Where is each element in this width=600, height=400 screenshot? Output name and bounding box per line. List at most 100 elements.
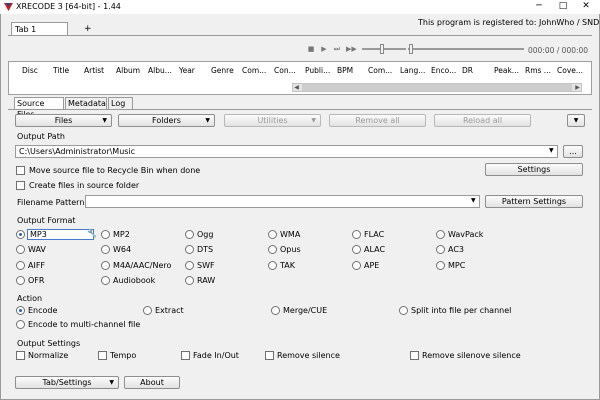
browse-button[interactable]: ...	[563, 145, 583, 158]
column-header[interactable]: Year	[179, 66, 195, 75]
format-radio-ogg[interactable]	[185, 230, 194, 239]
remove-silence-label: Remove silence	[277, 351, 340, 360]
remove-silenove-label: Remove silenove silence	[422, 351, 521, 360]
chevron-down-icon[interactable]: ▼	[549, 147, 554, 154]
format-radio-ape[interactable]	[352, 261, 361, 270]
close-button[interactable]: ✕	[575, 1, 597, 12]
tab-source-files[interactable]: Source Files	[14, 97, 64, 119]
next-icon[interactable]: ▶▶	[346, 45, 357, 53]
remove-all-button[interactable]: Remove all	[329, 114, 426, 127]
column-header[interactable]: Albu...	[148, 66, 172, 75]
column-header[interactable]: Cove...	[557, 66, 583, 75]
xrecode-icon	[4, 3, 13, 11]
format-radio-raw[interactable]	[185, 276, 194, 285]
format-radio-ac3[interactable]	[436, 245, 445, 254]
column-header[interactable]: Com...	[368, 66, 392, 75]
tab-1[interactable]: Tab 1	[11, 22, 68, 36]
reload-all-button[interactable]: Reload all	[434, 114, 531, 127]
column-header[interactable]: Peak...	[494, 66, 519, 75]
format-label: APE	[364, 261, 380, 270]
normalize-checkbox[interactable]	[16, 351, 25, 360]
files-label: Files	[54, 116, 73, 125]
format-radio-audiobook[interactable]	[101, 276, 110, 285]
format-radio-wav[interactable]	[16, 245, 25, 254]
action-radio-split[interactable]	[399, 306, 408, 315]
maximize-button[interactable]: □	[552, 1, 574, 12]
tab-settings-button[interactable]: Tab/Settings ▼	[15, 376, 119, 389]
minimize-button[interactable]: ─	[528, 1, 550, 12]
format-radio-alac[interactable]	[352, 245, 361, 254]
column-header[interactable]: Artist	[84, 66, 104, 75]
format-radio-swf[interactable]	[185, 261, 194, 270]
tab-metadata[interactable]: Metadata	[65, 97, 107, 109]
format-label: SWF	[197, 261, 215, 270]
format-label: WAV	[28, 245, 46, 254]
utilities-button[interactable]: Utilities ▼	[224, 114, 321, 127]
column-header[interactable]: DR	[462, 66, 473, 75]
format-radio-opus[interactable]	[268, 245, 277, 254]
remove-silenove-checkbox[interactable]	[410, 351, 419, 360]
chevron-down-icon[interactable]: ▼	[471, 197, 476, 204]
wrench-icon[interactable]: 🔧	[87, 229, 97, 238]
tempo-checkbox[interactable]	[98, 351, 107, 360]
column-header[interactable]: Con...	[274, 66, 296, 75]
format-label: WMA	[280, 230, 301, 239]
action-radio-merge[interactable]	[271, 306, 280, 315]
format-label: Ogg	[197, 230, 214, 239]
pattern-settings-button[interactable]: Pattern Settings	[485, 195, 583, 208]
column-header[interactable]: Rms ...	[525, 66, 551, 75]
filename-pattern-input[interactable]	[85, 195, 480, 208]
scroll-left-icon[interactable]: ◀	[292, 83, 301, 92]
output-path-input[interactable]: C:\Users\Administrator\Music	[15, 145, 558, 158]
tab-settings-label: Tab/Settings	[42, 378, 92, 387]
format-radio-mp3[interactable]	[16, 230, 25, 239]
tab-log[interactable]: Log	[108, 97, 133, 109]
volume-slider-thumb[interactable]	[380, 44, 384, 54]
column-header[interactable]: Enco...	[431, 66, 456, 75]
action-radio-encode-multi[interactable]	[16, 320, 25, 329]
column-header[interactable]: Disc	[22, 66, 38, 75]
registration-text: This program is registered to: JohnWho /…	[418, 18, 600, 27]
seek-slider[interactable]	[408, 48, 524, 50]
more-menu-button[interactable]: ▼	[567, 114, 585, 127]
action-radio-extract[interactable]	[143, 306, 152, 315]
format-radio-m4a[interactable]	[101, 261, 110, 270]
action-radio-encode[interactable]	[16, 306, 25, 315]
play-icon[interactable]: ▶	[320, 45, 328, 53]
volume-slider[interactable]	[362, 48, 406, 50]
scrollbar-thumb[interactable]	[302, 84, 572, 91]
format-radio-mp2[interactable]	[101, 230, 110, 239]
format-radio-aiff[interactable]	[16, 261, 25, 270]
files-button[interactable]: Files ▼	[15, 114, 112, 127]
folders-button[interactable]: Folders ▼	[118, 114, 215, 127]
fade-checkbox[interactable]	[181, 351, 190, 360]
format-radio-dts[interactable]	[185, 245, 194, 254]
remove-silence-checkbox[interactable]	[265, 351, 274, 360]
create-in-source-checkbox[interactable]	[16, 181, 25, 190]
output-settings-label: Output Settings	[17, 339, 81, 348]
column-header[interactable]: Genre	[211, 66, 234, 75]
column-header[interactable]: Com...	[242, 66, 266, 75]
format-label: AIFF	[28, 261, 46, 270]
format-label: Audiobook	[113, 276, 156, 285]
format-radio-wma[interactable]	[268, 230, 277, 239]
column-header[interactable]: Title	[53, 66, 69, 75]
column-header[interactable]: Lang...	[400, 66, 425, 75]
add-tab-button[interactable]: +	[84, 24, 92, 34]
column-header[interactable]: Album	[116, 66, 140, 75]
settings-button[interactable]: Settings	[485, 163, 583, 176]
seek-slider-thumb[interactable]	[409, 44, 413, 54]
column-header[interactable]: BPM	[337, 66, 353, 75]
scroll-right-icon[interactable]: ▶	[573, 83, 582, 92]
column-header[interactable]: Publi...	[305, 66, 330, 75]
stop-icon[interactable]: ■	[307, 45, 315, 53]
format-radio-wavpack[interactable]	[436, 230, 445, 239]
format-radio-tak[interactable]	[268, 261, 277, 270]
format-radio-w64[interactable]	[101, 245, 110, 254]
format-radio-mpc[interactable]	[436, 261, 445, 270]
format-radio-flac[interactable]	[352, 230, 361, 239]
move-recycle-checkbox[interactable]	[16, 166, 25, 175]
skip-icon[interactable]: ⏭	[333, 45, 341, 53]
about-button[interactable]: About	[124, 376, 180, 389]
format-radio-ofr[interactable]	[16, 276, 25, 285]
